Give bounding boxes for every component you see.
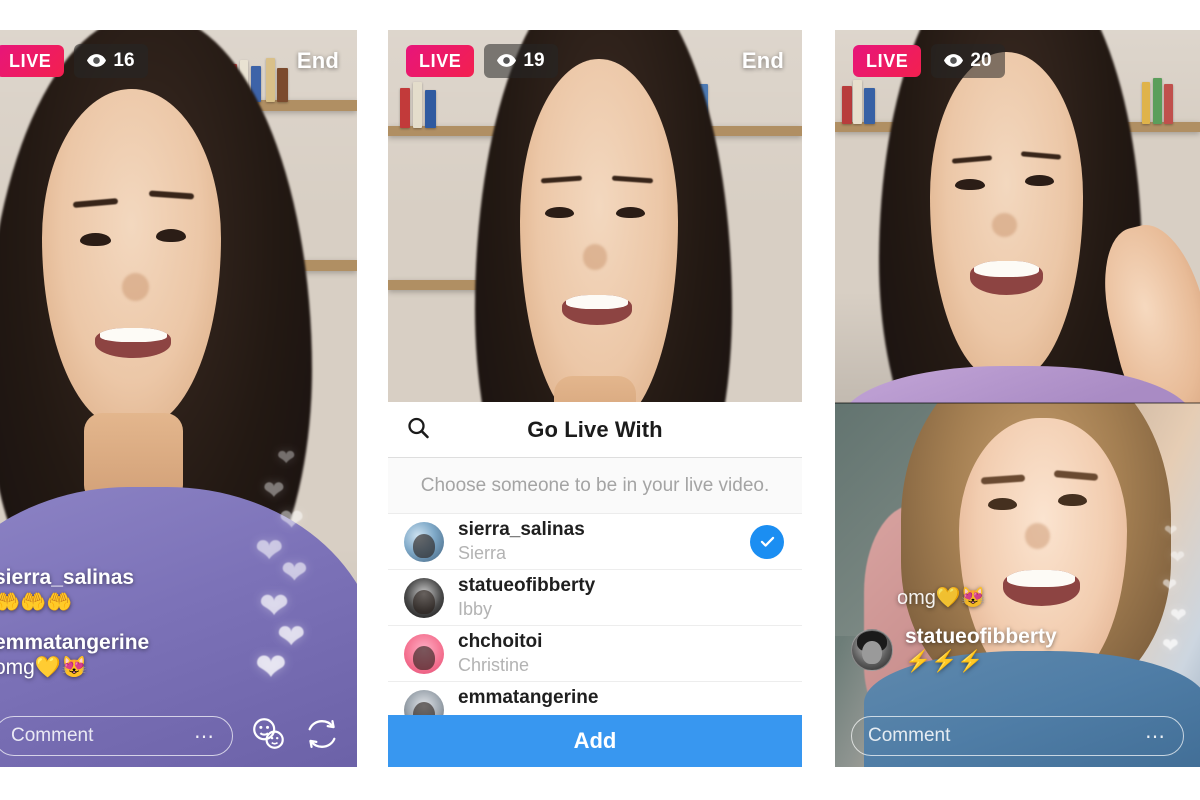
avatar [404,633,444,674]
viewer-count-value: 20 [970,50,992,71]
search-icon[interactable] [406,415,430,444]
heart-icon: ❤ [1170,547,1186,567]
comment-text: 🤲🤲🤲 [0,591,73,615]
eye [1057,494,1087,506]
viewer-count-value: 16 [113,50,135,71]
live-badge: LIVE [406,45,475,77]
heart-icon: ❤ [255,532,284,570]
teeth [974,261,1039,277]
comment-text: ⚡⚡⚡ [905,649,984,673]
list-item[interactable]: statueofibberty Ibby [388,570,802,626]
sheet-title: Go Live With [527,416,663,442]
avatar [404,577,444,618]
heart-icon: ❤ [1164,523,1178,540]
list-item-name: Christine [458,654,530,675]
list-item-username: statueofibberty [458,574,596,596]
comments-overlay-guest: omg💛😻 statueofibberty ⚡⚡⚡ [835,586,1200,697]
eye-icon [87,54,107,67]
viewer-count-value: 19 [523,50,545,71]
two-faces-icon[interactable] [249,715,287,758]
comment-input[interactable]: Comment ⋯ [851,716,1184,756]
teeth [100,328,167,343]
list-item-username: emmatangerine [458,686,599,708]
ellipsis-icon[interactable]: ⋯ [1145,724,1167,749]
comment-placeholder: Comment [868,725,951,746]
avatar [851,628,893,671]
go-live-with-sheet: Go Live With Choose someone to be in you… [388,402,802,767]
list-item[interactable]: chchoitoi Christine [388,626,802,682]
comment-placeholder: Comment [11,725,94,746]
nose [122,273,149,302]
list-item-texts: sierra_salinas Sierra [458,519,736,564]
bottombar-live-with-guest: Comment ⋯ [835,705,1200,767]
list-item-name: Sierra [458,542,507,563]
comment-item: sierra_salinas 🤲🤲🤲 [0,566,341,616]
check-icon[interactable] [750,524,784,559]
comment-body: statueofibberty ⚡⚡⚡ [905,625,1057,675]
bottombar-host-solo: Comment ⋯ [0,705,357,767]
list-item-username: sierra_salinas [458,518,585,540]
nose [582,243,608,270]
list-item-username: chchoitoi [458,630,543,652]
viewer-count-badge[interactable]: 16 [74,44,148,78]
eye-icon [944,54,964,67]
eye [988,497,1018,510]
topbar-host-solo: LIVE 16 End [0,30,357,92]
list-item-texts: chchoitoi Christine [458,631,784,676]
sheet-subtitle: Choose someone to be in your live video. [388,458,802,514]
avatar [404,521,444,562]
ellipsis-icon[interactable]: ⋯ [194,724,216,749]
end-button[interactable]: End [742,48,784,74]
comment-item: omg💛😻 [897,586,1184,611]
comment-item: emmatangerine omg💛😻 [0,631,341,681]
heart-icon: ❤ [263,475,285,505]
comment-text: omg💛😻 [0,655,88,679]
phone-panel-live-with-guest: LIVE 20 ❤ ❤ ❤ ❤ ❤ omg💛😻 statueofibberty … [835,30,1200,767]
eye [545,206,575,218]
list-item-name: Ibby [458,598,493,619]
face [520,59,678,428]
sheet-header: Go Live With [388,402,802,458]
live-badge: LIVE [853,45,922,77]
list-item[interactable]: sierra_salinas Sierra [388,514,802,570]
comment-item: statueofibberty ⚡⚡⚡ [851,625,1184,675]
comment-username[interactable]: sierra_salinas [0,566,341,590]
eye [615,206,645,218]
end-button[interactable]: End [297,48,339,74]
comment-input[interactable]: Comment ⋯ [0,716,233,756]
list-item-texts: statueofibberty Ibby [458,575,784,620]
screenshot-stage: ❤ ❤ ❤ ❤ ❤ ❤ ❤ ❤ LIVE 16 End sierra_salin… [0,0,1200,800]
heart-icon: ❤ [277,445,296,470]
add-button[interactable]: Add [388,715,802,767]
topbar-go-live-with: LIVE 19 End [388,30,802,92]
eye [156,228,187,242]
teeth [566,295,629,310]
comment-username[interactable]: emmatangerine [0,631,341,655]
nose [991,212,1018,237]
eye [1024,175,1054,187]
viewer-count-badge[interactable]: 20 [931,44,1005,78]
face [42,88,221,428]
phone-panel-host-solo: ❤ ❤ ❤ ❤ ❤ ❤ ❤ ❤ LIVE 16 End sierra_salin… [0,30,357,767]
comment-username[interactable]: statueofibberty [905,625,1057,649]
flip-camera-icon[interactable] [303,715,341,758]
split-divider [835,402,1200,404]
comments-overlay-host: sierra_salinas 🤲🤲🤲 emmatangerine omg💛😻 [0,566,357,703]
eye [80,232,111,246]
comment-text: omg💛😻 [897,586,986,609]
live-badge: LIVE [0,45,65,77]
topbar-live-with-guest: LIVE 20 [835,30,1200,92]
phone-panel-go-live-with: LIVE 19 End Go Live With Choose someone … [388,30,802,767]
eye-icon [497,54,517,67]
viewer-count-badge[interactable]: 19 [484,44,558,78]
teeth [1007,570,1075,587]
eye [955,179,985,191]
